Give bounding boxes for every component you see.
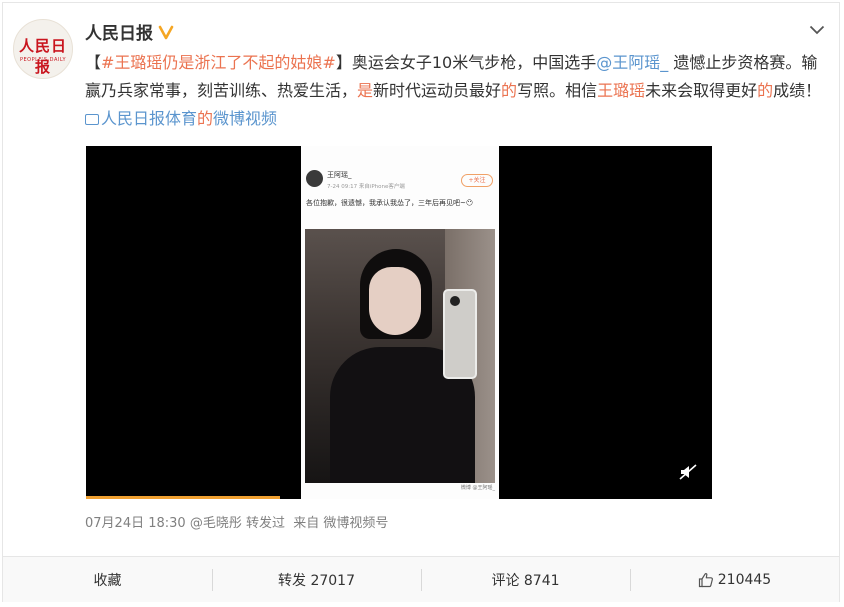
highlight-name: 王璐瑶 bbox=[597, 81, 646, 100]
bracket-close: 】 bbox=[335, 53, 352, 72]
post-meta: 07月24日 18:30 @毛晓彤 转发过 来自 微博视频号 bbox=[85, 512, 388, 531]
video-progress-fill bbox=[86, 496, 281, 499]
video-link[interactable]: 人民日报体育的微博视频 bbox=[85, 109, 277, 128]
video-link-icon bbox=[85, 114, 99, 125]
favorite-label: 收藏 bbox=[93, 572, 122, 589]
highlight-de-1: 的 bbox=[501, 81, 518, 100]
comment-label: 评论 8741 bbox=[491, 572, 560, 589]
source-link[interactable]: 微博视频号 bbox=[323, 512, 388, 531]
like-button[interactable]: 210445 bbox=[630, 557, 839, 602]
frame-watermark: 微博 @王阿瑶_ bbox=[460, 485, 495, 491]
post-text-1: 奥运会女子10米气步枪，中国选手 bbox=[351, 53, 597, 72]
post-text-3: 新时代运动员最好 bbox=[373, 81, 502, 100]
thumbs-up-icon bbox=[698, 572, 713, 587]
like-count: 210445 bbox=[717, 571, 772, 588]
bracket-open: 【 bbox=[85, 53, 102, 72]
post-content: 【#王璐瑶仍是浙江了不起的姑娘#】奥运会女子10米气步枪，中国选手@王阿瑶_ 遗… bbox=[85, 49, 830, 133]
frame-user-avatar bbox=[306, 170, 323, 187]
favorite-button[interactable]: 收藏 bbox=[3, 557, 212, 602]
comment-button[interactable]: 评论 8741 bbox=[421, 557, 630, 602]
video-link-de: 的 bbox=[197, 109, 214, 128]
account-avatar[interactable]: 人民日报 PEOPLE'S DAILY bbox=[13, 19, 73, 79]
video-progress-bar[interactable] bbox=[86, 496, 712, 499]
frame-selfie-photo bbox=[305, 229, 495, 483]
account-name[interactable]: 人民日报 bbox=[85, 19, 153, 44]
mute-icon[interactable] bbox=[679, 464, 697, 480]
avatar-logo-text: 人民日报 bbox=[18, 37, 67, 76]
highlight-de-2: 的 bbox=[757, 81, 774, 100]
from-label: 来自 bbox=[284, 516, 324, 531]
reposted-label: 转发过 bbox=[241, 516, 285, 531]
video-player[interactable]: 王阿瑶_ 7-24 09:17 来自iPhone客户端 +关注 各位抱歉，很遗憾… bbox=[86, 146, 712, 499]
post-text-4: 写照。相信 bbox=[517, 81, 598, 100]
verified-badge-icon bbox=[158, 25, 174, 39]
mention-link[interactable]: @王阿瑶_ bbox=[596, 53, 668, 72]
frame-post-text: 各位抱歉，很遗憾，我承认我怂了，三年后再见吧~😶 bbox=[306, 199, 474, 207]
post-time[interactable]: 07月24日 18:30 bbox=[85, 512, 186, 531]
topic-link[interactable]: #王璐瑶仍是浙江了不起的姑娘# bbox=[101, 53, 336, 72]
chevron-down-icon[interactable] bbox=[809, 25, 825, 35]
avatar-logo-subtext: PEOPLE'S DAILY bbox=[19, 57, 67, 63]
video-link-text-1: 人民日报体育 bbox=[101, 109, 198, 128]
frame-post-meta: 7-24 09:17 来自iPhone客户端 bbox=[327, 184, 405, 190]
video-frame-screenshot: 王阿瑶_ 7-24 09:17 来自iPhone客户端 +关注 各位抱歉，很遗憾… bbox=[301, 146, 499, 499]
video-link-text-2: 微博视频 bbox=[213, 109, 278, 128]
weibo-post-card: 人民日报 PEOPLE'S DAILY 人民日报 【#王璐瑶仍是浙江了不起的姑娘… bbox=[2, 2, 840, 602]
post-text-6: 成绩！ bbox=[773, 81, 822, 100]
frame-follow-button: +关注 bbox=[461, 174, 493, 187]
frame-user-name: 王阿瑶_ bbox=[327, 171, 352, 179]
repost-button[interactable]: 转发 27017 bbox=[212, 557, 421, 602]
repost-user-link[interactable]: @毛晓彤 bbox=[190, 512, 242, 531]
highlight-shi: 是 bbox=[357, 81, 374, 100]
action-bar: 收藏 转发 27017 评论 8741 210445 bbox=[3, 556, 839, 602]
post-text-5: 未来会取得更好 bbox=[645, 81, 758, 100]
account-header: 人民日报 bbox=[85, 19, 174, 44]
repost-label: 转发 27017 bbox=[278, 572, 355, 589]
